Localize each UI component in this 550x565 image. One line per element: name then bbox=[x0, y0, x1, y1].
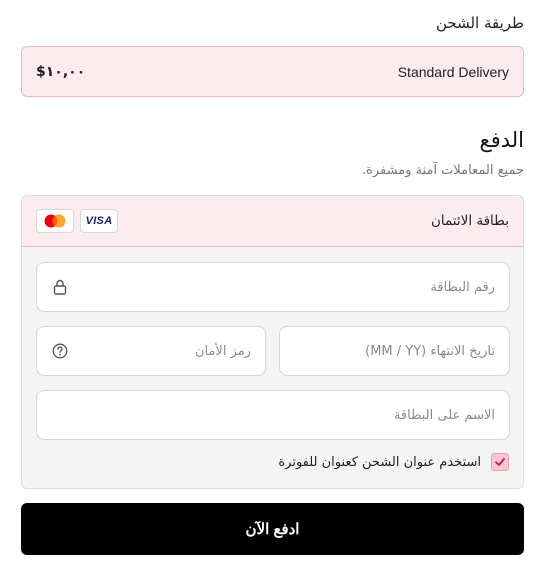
shipping-method-title: طريقة الشحن bbox=[435, 14, 524, 32]
shipping-option-name: Standard Delivery bbox=[397, 63, 509, 80]
help-question-icon[interactable] bbox=[51, 342, 69, 360]
pay-now-button[interactable]: ادفع الآن bbox=[21, 503, 524, 555]
visa-logo: VISA bbox=[80, 209, 118, 233]
credit-card-method-header[interactable]: بطاقة الائتمان VISA bbox=[22, 196, 523, 247]
shipping-option-standard[interactable]: Standard Delivery $١٠,٠٠ bbox=[21, 46, 524, 97]
billing-checkbox-label: استخدم عنوان الشحن كعنوان للفوترة bbox=[278, 454, 481, 470]
lock-icon bbox=[51, 278, 69, 296]
payment-panel: بطاقة الائتمان VISA رقم البطاقة تاريخ ال… bbox=[21, 195, 524, 489]
card-brand-logos: VISA bbox=[36, 209, 118, 233]
security-code-placeholder: رمز الأمان bbox=[194, 343, 251, 359]
name-on-card-field[interactable]: الاسم على البطاقة bbox=[36, 390, 510, 440]
card-number-placeholder: رقم البطاقة bbox=[430, 279, 495, 295]
billing-address-option[interactable]: استخدم عنوان الشحن كعنوان للفوترة bbox=[278, 453, 509, 471]
pay-now-label: ادفع الآن bbox=[245, 521, 300, 538]
payment-subtitle: جميع المعاملات آمنة ومشفرة. bbox=[361, 163, 524, 178]
billing-same-as-shipping-checkbox[interactable] bbox=[491, 453, 509, 471]
expiry-date-field[interactable]: تاريخ الانتهاء (MM / YY) bbox=[279, 326, 510, 376]
security-code-field[interactable]: رمز الأمان bbox=[36, 326, 266, 376]
expiry-date-placeholder: تاريخ الانتهاء (MM / YY) bbox=[365, 343, 495, 359]
card-number-field[interactable]: رقم البطاقة bbox=[36, 262, 510, 312]
mastercard-logo bbox=[36, 209, 74, 233]
credit-card-label: بطاقة الائتمان bbox=[430, 213, 509, 229]
shipping-option-price: $١٠,٠٠ bbox=[36, 63, 86, 80]
visa-logo-text: VISA bbox=[85, 215, 113, 227]
name-on-card-placeholder: الاسم على البطاقة bbox=[393, 407, 495, 423]
checkmark-icon bbox=[495, 458, 505, 466]
payment-title: الدفع bbox=[479, 128, 524, 152]
